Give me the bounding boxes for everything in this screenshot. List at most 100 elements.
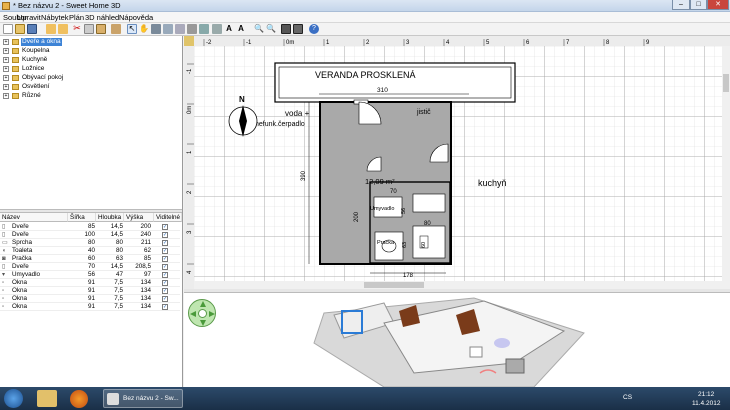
expand-icon[interactable]: + [3,84,9,90]
column-header-height[interactable]: Výška [124,213,154,222]
expand-icon[interactable]: + [3,39,9,45]
menu-plan[interactable]: Plán [69,13,84,22]
plan-canvas[interactable]: -2 -1 0m 1 2 3 4 5 6 7 8 9 -10m1234 VERANDA PROSKLE… [184,36,730,289]
clock-date[interactable]: 11.4.2012 [692,400,720,407]
add-text-bold-icon[interactable]: A [236,24,246,34]
zoom-in-icon[interactable]: 🔍 [254,24,264,34]
zoom-out-icon[interactable]: 🔍 [266,24,276,34]
copy-icon[interactable] [84,24,94,34]
visible-checkbox[interactable]: ✓ [162,264,168,270]
catalog-item[interactable]: + Obývací pokoj [0,74,180,83]
add-furniture-icon[interactable] [111,24,121,34]
minimize-button[interactable]: – [672,0,690,10]
add-text-icon[interactable]: A [224,24,234,34]
create-walls-icon[interactable] [151,24,161,34]
table-row[interactable]: ◖ Toaleta 40 80 62 ✓ [0,247,180,255]
table-row[interactable]: ▾ Umyvadlo 56 47 97 ✓ [0,271,180,279]
visible-checkbox[interactable]: ✓ [162,304,168,310]
expand-icon[interactable]: + [3,57,9,63]
plan-vscroll-thumb[interactable] [723,74,729,92]
ruler-left [184,46,194,289]
create-labels-icon[interactable] [199,24,209,34]
menu-nabytek[interactable]: Nábytek [41,13,69,22]
catalog-item[interactable]: + Ložnice [0,65,180,74]
expand-icon[interactable]: + [3,75,9,81]
create-dimensions-icon[interactable] [187,24,197,34]
table-row[interactable]: ▫ Okna 91 7,5 134 ✓ [0,279,180,287]
table-row[interactable]: ▫ Okna 91 7,5 134 ✓ [0,287,180,295]
start-button-icon[interactable] [4,389,23,408]
table-row[interactable]: ▫ Okna 91 7,5 134 ✓ [0,295,180,303]
new-icon[interactable] [3,24,13,34]
rotate-icon[interactable] [212,24,222,34]
plan-hscrollbar[interactable] [194,281,722,289]
firefox-icon[interactable] [70,390,88,408]
undo-icon[interactable] [46,24,56,34]
catalog-item[interactable]: + Kuchyně [0,56,180,65]
veranda-dimension: 310 [377,87,388,94]
expand-icon[interactable]: + [3,48,9,54]
create-polylines-icon[interactable] [175,24,185,34]
plan-hscroll-thumb[interactable] [364,282,424,288]
table-row[interactable]: ▯ Dveře 100 14,5 240 ✓ [0,231,180,239]
veranda-room[interactable] [274,62,516,103]
visible-checkbox[interactable]: ✓ [162,296,168,302]
create-video-icon[interactable] [293,24,303,34]
explorer-icon[interactable] [37,390,57,407]
visible-checkbox[interactable]: ✓ [162,224,168,230]
column-header-width[interactable]: Šířka [68,213,96,222]
3d-navigation-arrows-icon[interactable] [188,299,216,327]
visible-checkbox[interactable]: ✓ [162,240,168,246]
shower[interactable] [412,225,446,259]
cell-depth: 47 [115,271,123,278]
column-header-visible[interactable]: Viditelné [154,213,182,222]
visible-checkbox[interactable]: ✓ [162,288,168,294]
help-icon[interactable]: ? [309,24,319,34]
catalog-item[interactable]: + Dveře a okna [0,38,180,47]
cut-icon[interactable]: ✂ [72,24,82,34]
visible-checkbox[interactable]: ✓ [162,280,168,286]
menu-3d-nahled[interactable]: 3D náhled [85,13,119,22]
table-row[interactable]: ▭ Sprcha 80 80 211 ✓ [0,239,180,247]
visible-checkbox[interactable]: ✓ [162,256,168,262]
catalog-item[interactable]: + Koupelna [0,47,180,56]
pan-icon[interactable]: ✋ [139,24,149,34]
cell-height: 208,5 [135,263,151,270]
room-area-label: 12,09 m² [365,177,395,186]
catalog-item[interactable]: + Osvětlení [0,83,180,92]
dimension-63: 63 [402,242,408,248]
shower-top[interactable] [412,193,446,213]
close-button[interactable]: ✕ [707,0,729,10]
column-header-name[interactable]: Název [0,213,68,222]
visible-checkbox[interactable]: ✓ [162,248,168,254]
create-rooms-icon[interactable] [163,24,173,34]
language-indicator[interactable]: CS [623,394,632,401]
task-sweet-home[interactable]: Bez názvu 2 - Sw... [103,389,183,408]
create-photo-icon[interactable] [281,24,291,34]
redo-icon[interactable] [58,24,68,34]
clock-time[interactable]: 21:12 [698,391,714,398]
3d-canvas[interactable] [184,293,730,388]
washing-machine[interactable] [374,231,404,261]
maximize-button[interactable]: □ [690,0,707,10]
table-row[interactable]: ▫ Okna 91 7,5 134 ✓ [0,303,180,311]
table-row[interactable]: ▯ Dveře 70 14,5 208,5 ✓ [0,263,180,271]
3d-view[interactable] [184,293,730,388]
menu-upravit[interactable]: Upravit [17,13,41,22]
table-row[interactable]: ▯ Dveře 85 14,5 200 ✓ [0,223,180,231]
catalog-item-label: Obývací pokoj [22,74,64,81]
menu-bar: Soubor Upravit Nábytek Plán 3D náhled Ná… [0,12,730,23]
save-icon[interactable] [27,24,37,34]
expand-icon[interactable]: + [3,66,9,72]
catalog-item[interactable]: + Různé [0,92,180,101]
menu-napoveda[interactable]: Nápověda [119,13,153,22]
expand-icon[interactable]: + [3,93,9,99]
visible-checkbox[interactable]: ✓ [162,232,168,238]
open-icon[interactable] [15,24,25,34]
table-row[interactable]: ◙ Pračka 60 63 85 ✓ [0,255,180,263]
plan-view[interactable]: -2 -1 0m 1 2 3 4 5 6 7 8 9 -1 0m 1 2 3 4 VERANDA PROSKLE… [184,36,730,289]
select-icon[interactable]: ↖ [127,24,137,34]
paste-icon[interactable] [96,24,106,34]
column-header-depth[interactable]: Hloubka [96,213,124,222]
visible-checkbox[interactable]: ✓ [162,272,168,278]
